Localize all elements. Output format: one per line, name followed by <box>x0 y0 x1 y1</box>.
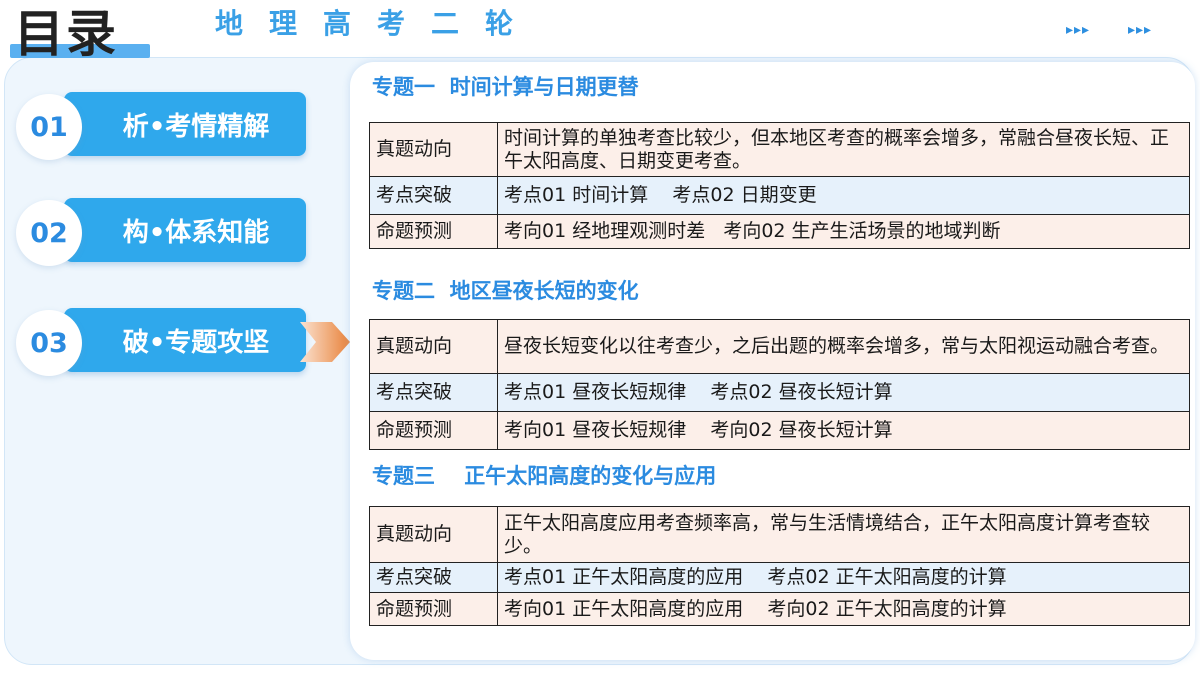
nav-item-topics[interactable]: 破•专题攻坚 03 <box>16 308 316 378</box>
row-value: 昼夜长短变化以往考查少，之后出题的概率会增多，常与太阳视运动融合考查。 <box>497 319 1190 374</box>
nav-label: 破•专题攻坚 <box>122 327 270 358</box>
table-row: 命题预测 考向01 昼夜长短规律 考向02 昼夜长短计算 <box>369 411 1190 450</box>
table-row: 命题预测 考向01 正午太阳高度的应用 考向02 正午太阳高度的计算 <box>369 592 1190 626</box>
row-label: 考点突破 <box>369 373 498 412</box>
nav-number: 02 <box>16 200 82 266</box>
nav-pill[interactable]: 构•体系知能 <box>64 198 306 262</box>
arrows-icon: ▸▸▸ <box>1066 22 1091 38</box>
row-label: 命题预测 <box>369 592 498 626</box>
row-value: 考向01 正午太阳高度的应用 考向02 正午太阳高度的计算 <box>497 592 1190 626</box>
table-row: 真题动向 正午太阳高度应用考查频率高，常与生活情境结合，正午太阳高度计算考查较少… <box>369 506 1190 563</box>
arrows-icon: ▸▸▸ <box>1128 22 1153 38</box>
row-value: 时间计算的单独考查比较少，但本地区考查的概率会增多，常融合昼夜长短、正午太阳高度… <box>497 122 1190 177</box>
row-value: 考向01 经地理观测时差 考向02 生产生活场景的地域判断 <box>497 214 1190 249</box>
nav-label: 析•考情精解 <box>122 111 270 142</box>
row-label: 真题动向 <box>369 319 498 374</box>
nav-item-analysis[interactable]: 析•考情精解 01 <box>16 92 316 162</box>
topic-table: 真题动向 时间计算的单独考查比较少，但本地区考查的概率会增多，常融合昼夜长短、正… <box>369 122 1190 249</box>
active-pointer-icon <box>300 322 350 362</box>
topic-title: 专题三 正午太阳高度的变化与应用 <box>372 464 717 488</box>
topic-table: 真题动向 昼夜长短变化以往考查少，之后出题的概率会增多，常与太阳视运动融合考查。… <box>369 319 1190 450</box>
row-label: 真题动向 <box>369 506 498 563</box>
nav-item-system[interactable]: 构•体系知能 02 <box>16 198 316 268</box>
row-label: 考点突破 <box>369 176 498 215</box>
topic-title: 专题二 地区昼夜长短的变化 <box>372 279 639 303</box>
nav-number: 01 <box>16 94 82 160</box>
row-label: 命题预测 <box>369 214 498 249</box>
topic-title: 专题一 时间计算与日期更替 <box>372 75 639 99</box>
table-row: 考点突破 考点01 昼夜长短规律 考点02 昼夜长短计算 <box>369 373 1190 412</box>
row-label: 真题动向 <box>369 122 498 177</box>
row-value: 考向01 昼夜长短规律 考向02 昼夜长短计算 <box>497 411 1190 450</box>
nav-pill[interactable]: 析•考情精解 <box>64 92 306 156</box>
page-title: 目录 <box>14 5 118 63</box>
nav-number: 03 <box>16 310 82 376</box>
row-label: 命题预测 <box>369 411 498 450</box>
table-row: 真题动向 昼夜长短变化以往考查少，之后出题的概率会增多，常与太阳视运动融合考查。 <box>369 319 1190 374</box>
table-row: 真题动向 时间计算的单独考查比较少，但本地区考查的概率会增多，常融合昼夜长短、正… <box>369 122 1190 177</box>
row-value: 考点01 昼夜长短规律 考点02 昼夜长短计算 <box>497 373 1190 412</box>
nav-label: 构•体系知能 <box>122 217 270 248</box>
row-label: 考点突破 <box>369 562 498 593</box>
table-row: 考点突破 考点01 正午太阳高度的应用 考点02 正午太阳高度的计算 <box>369 562 1190 593</box>
table-row: 考点突破 考点01 时间计算 考点02 日期变更 <box>369 176 1190 215</box>
subject-title: 地理高考二轮 <box>215 7 540 40</box>
row-value: 考点01 时间计算 考点02 日期变更 <box>497 176 1190 215</box>
row-value: 正午太阳高度应用考查频率高，常与生活情境结合，正午太阳高度计算考查较少。 <box>497 506 1190 563</box>
nav-pill[interactable]: 破•专题攻坚 <box>64 308 306 372</box>
row-value: 考点01 正午太阳高度的应用 考点02 正午太阳高度的计算 <box>497 562 1190 593</box>
table-row: 命题预测 考向01 经地理观测时差 考向02 生产生活场景的地域判断 <box>369 214 1190 249</box>
topic-table: 真题动向 正午太阳高度应用考查频率高，常与生活情境结合，正午太阳高度计算考查较少… <box>369 506 1190 626</box>
